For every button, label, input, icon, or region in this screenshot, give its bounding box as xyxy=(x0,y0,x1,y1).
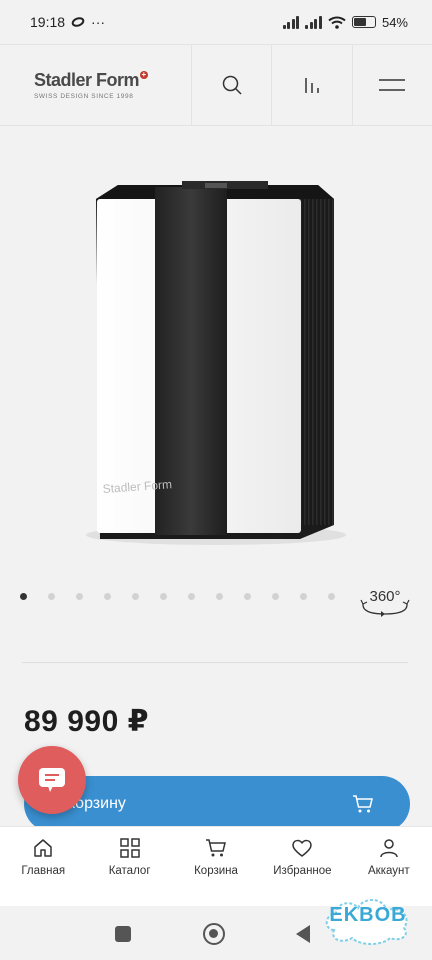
battery-percent: 54% xyxy=(381,14,408,30)
nav-label-home: Главная xyxy=(21,865,66,877)
product-image-carousel[interactable]: Stadler Form xyxy=(0,127,432,587)
compare-icon xyxy=(305,78,319,93)
wifi-icon xyxy=(328,16,346,29)
home-icon xyxy=(34,839,52,857)
carousel-dot[interactable] xyxy=(272,593,279,600)
chat-button[interactable] xyxy=(18,746,86,814)
view-360-button[interactable]: 360° xyxy=(358,586,412,620)
menu-button[interactable] xyxy=(353,45,432,125)
account-icon xyxy=(380,839,398,858)
watermark: EKBOB xyxy=(320,888,416,948)
nav-label-catalog: Каталог xyxy=(108,865,151,877)
divider xyxy=(22,662,408,663)
carousel-dot[interactable] xyxy=(160,593,167,600)
carousel-dot[interactable] xyxy=(328,593,335,600)
nav-item-catalog[interactable]: Каталог xyxy=(86,827,172,906)
nav-label-favorites: Избранное xyxy=(273,865,332,877)
heart-icon xyxy=(292,839,313,857)
product-image: Stadler Form xyxy=(86,181,346,545)
cart-icon xyxy=(206,839,226,857)
status-bar: 19:18 ··· 54% xyxy=(0,0,432,44)
nav-item-cart[interactable]: Корзина xyxy=(173,827,259,906)
signal-icon-2 xyxy=(305,15,322,29)
search-button[interactable] xyxy=(192,45,273,125)
carousel-dot[interactable] xyxy=(300,593,307,600)
compare-button[interactable] xyxy=(272,45,353,125)
carousel-dot[interactable] xyxy=(244,593,251,600)
product-page: 19:18 ··· 54% Stadler Form SWISS DESIGN … xyxy=(0,0,432,960)
carousel-dot[interactable] xyxy=(216,593,223,600)
recent-apps-button[interactable] xyxy=(115,926,131,942)
carousel-dot[interactable] xyxy=(132,593,139,600)
nav-label-cart: Корзина xyxy=(194,865,238,877)
signal-icon xyxy=(282,15,300,29)
cart-icon xyxy=(353,795,373,813)
carousel-dot[interactable] xyxy=(104,593,111,600)
site-header: Stadler Form SWISS DESIGN SINCE 1998 xyxy=(0,44,432,126)
nav-label-account: Аккаунт xyxy=(368,865,410,877)
battery-icon xyxy=(351,16,376,28)
home-system-button[interactable] xyxy=(203,923,225,945)
carousel-dots xyxy=(20,593,335,600)
status-time: 19:18 xyxy=(30,14,66,30)
menu-icon xyxy=(379,79,406,91)
brand-name: Stadler Form xyxy=(34,70,140,90)
carousel-dot[interactable] xyxy=(188,593,195,600)
catalog-icon xyxy=(119,838,140,858)
status-more: ··· xyxy=(91,14,106,30)
product-price: 89 990 ₽ xyxy=(24,705,149,738)
notification-icon xyxy=(71,17,85,27)
nav-item-home[interactable]: Главная xyxy=(0,827,86,906)
carousel-dot[interactable] xyxy=(20,593,27,600)
brand-logo[interactable]: Stadler Form SWISS DESIGN SINCE 1998 xyxy=(0,45,192,125)
watermark-text: EKBOB xyxy=(329,904,407,926)
carousel-dot[interactable] xyxy=(76,593,83,600)
carousel-dot[interactable] xyxy=(48,593,55,600)
search-icon xyxy=(222,75,242,95)
view-360-label: 360° xyxy=(369,588,401,605)
brand-tagline: SWISS DESIGN SINCE 1998 xyxy=(34,93,134,100)
swiss-cross-icon xyxy=(140,71,149,79)
back-button[interactable] xyxy=(296,925,310,943)
chat-icon xyxy=(39,768,65,792)
